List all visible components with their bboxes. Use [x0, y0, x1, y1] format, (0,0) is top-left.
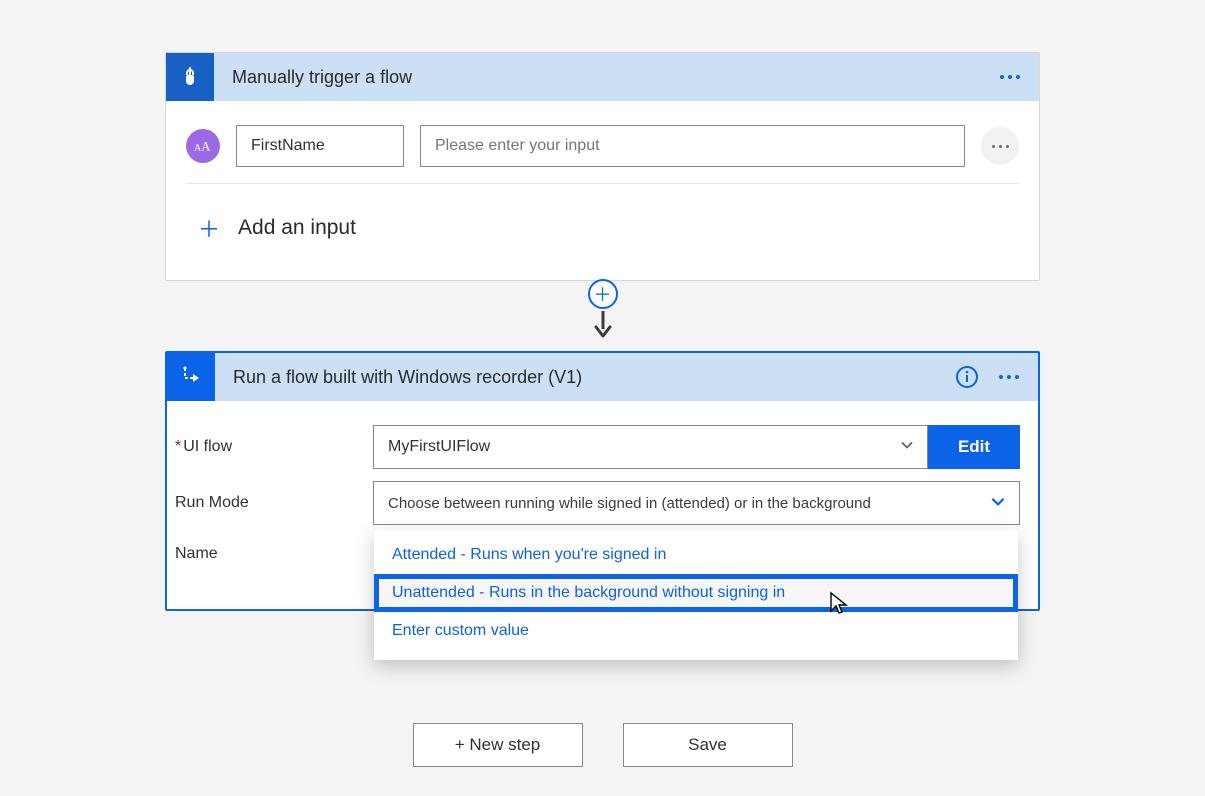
- new-step-button[interactable]: + New step: [413, 723, 583, 767]
- runmode-row: Run Mode Choose between running while si…: [173, 475, 1020, 531]
- param-placeholder-input[interactable]: Please enter your input: [420, 125, 965, 167]
- manual-trigger-icon: [166, 53, 214, 101]
- trigger-param-row: AA FirstName Please enter your input: [184, 119, 1021, 183]
- action-header[interactable]: Run a flow built with Windows recorder (…: [167, 353, 1038, 401]
- action-more-button[interactable]: [992, 360, 1026, 394]
- param-more-button[interactable]: [981, 127, 1019, 165]
- trigger-header[interactable]: Manually trigger a flow: [166, 53, 1039, 101]
- action-title: Run a flow built with Windows recorder (…: [215, 367, 950, 388]
- trigger-title: Manually trigger a flow: [214, 67, 993, 88]
- chevron-down-icon: [989, 492, 1007, 514]
- uiflow-value: MyFirstUIFlow: [388, 438, 490, 456]
- save-button[interactable]: Save: [623, 723, 793, 767]
- add-input-button[interactable]: ＋ Add an input: [184, 184, 1021, 280]
- ui-flow-icon: [167, 353, 215, 401]
- edit-button[interactable]: Edit: [928, 425, 1020, 469]
- arrow-down-icon: [593, 311, 613, 343]
- param-name-input[interactable]: FirstName: [236, 125, 404, 167]
- plus-icon: ＋: [198, 212, 220, 244]
- name-label: Name: [173, 545, 373, 563]
- action-info-button[interactable]: [950, 360, 984, 394]
- runmode-label: Run Mode: [173, 494, 373, 512]
- uiflow-select[interactable]: MyFirstUIFlow: [373, 425, 928, 469]
- runmode-placeholder: Choose between running while signed in (…: [388, 495, 871, 512]
- add-input-label: Add an input: [238, 216, 356, 240]
- add-step-inline-button[interactable]: ＋: [588, 279, 618, 309]
- text-param-icon: AA: [186, 129, 220, 163]
- uiflow-row: *UI flow MyFirstUIFlow Edit: [173, 419, 1020, 475]
- runmode-dropdown: Attended - Runs when you're signed in Un…: [374, 530, 1018, 660]
- runmode-select[interactable]: Choose between running while signed in (…: [373, 481, 1020, 525]
- connector: ＋: [588, 281, 618, 351]
- svg-text:A: A: [201, 140, 210, 154]
- dropdown-option-attended[interactable]: Attended - Runs when you're signed in: [374, 536, 1018, 574]
- footer-buttons: + New step Save: [165, 723, 1040, 767]
- dropdown-option-unattended[interactable]: Unattended - Runs in the background with…: [374, 574, 1018, 612]
- trigger-body: AA FirstName Please enter your input ＋ A…: [166, 101, 1039, 280]
- uiflow-label: *UI flow: [173, 438, 373, 456]
- chevron-down-icon: [899, 437, 915, 458]
- trigger-more-button[interactable]: [993, 60, 1027, 94]
- trigger-card: Manually trigger a flow AA FirstName Ple…: [165, 52, 1040, 281]
- dropdown-option-custom[interactable]: Enter custom value: [374, 612, 1018, 650]
